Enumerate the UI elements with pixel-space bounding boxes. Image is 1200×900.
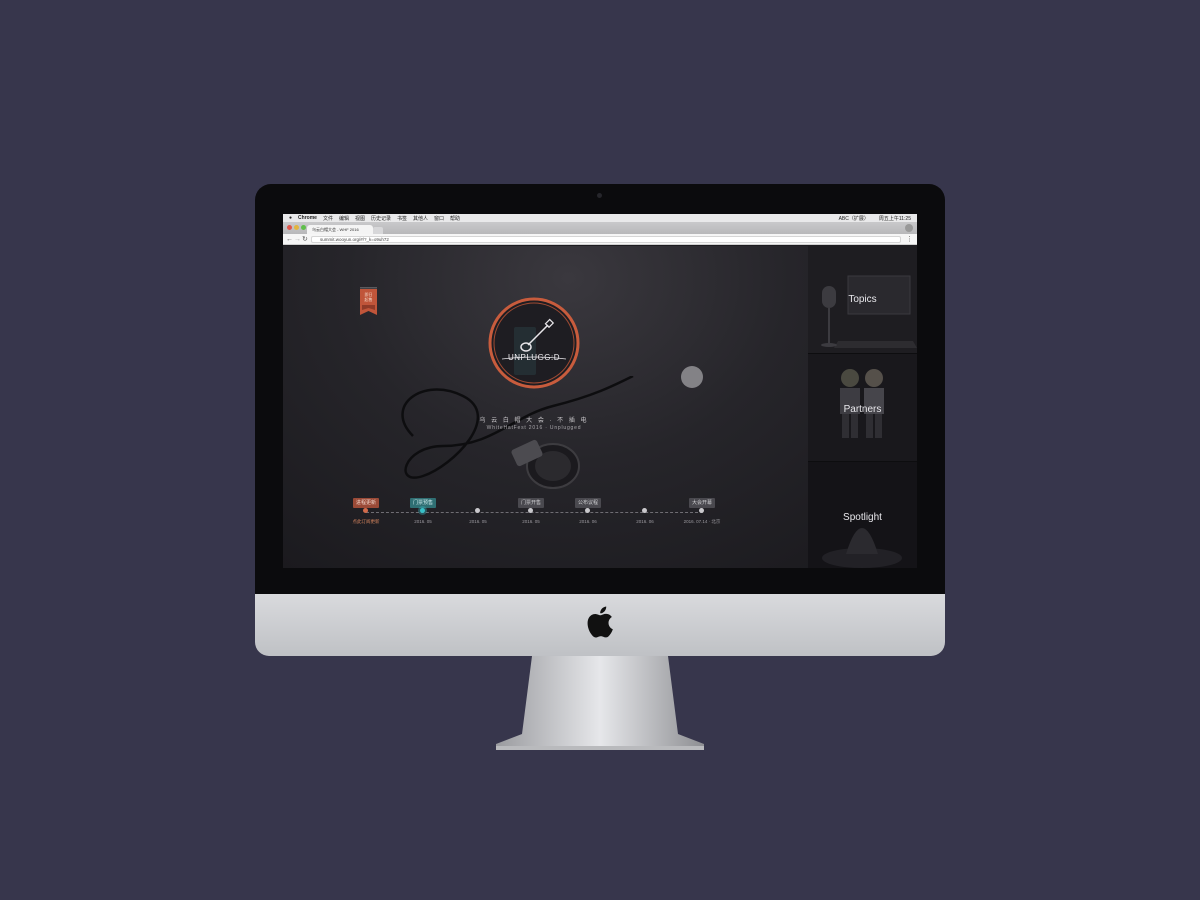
timeline-date: 2016. 05	[522, 519, 540, 524]
menubar-app-name[interactable]: Chrome	[298, 215, 317, 221]
timeline-date: 2016. 06	[636, 519, 654, 524]
timeline-tag[interactable]: 门票预售	[409, 497, 436, 508]
side-panel-topics[interactable]: Topics	[808, 246, 917, 354]
forward-arrow-icon[interactable]: →	[294, 235, 301, 244]
timeline-line	[366, 512, 703, 513]
timeline-tag[interactable]: 进程更新	[352, 497, 379, 508]
timeline-tag[interactable]: 大会开幕	[688, 497, 715, 508]
sale-banner-text: 即日 起售	[364, 292, 373, 302]
menubar-item-people[interactable]: 其他人	[413, 215, 428, 222]
web-page: 即日 起售 UNPLUGG:D 乌 云 白 帽 大 会 · 不 插 电 Whit…	[283, 246, 917, 568]
timeline-dot[interactable]	[363, 508, 368, 513]
input-method-indicator[interactable]: ABC（扩展）	[839, 215, 869, 222]
tab-title: 乌云白帽大会 - WHF 2016	[312, 226, 359, 232]
browser-menu-icon[interactable]: ⋮	[906, 235, 913, 244]
imac-stand	[496, 656, 704, 750]
timeline-item[interactable]: 进程更新 点此订阅更新	[336, 491, 396, 524]
timeline-dot[interactable]	[699, 508, 704, 513]
microphone-illustration	[401, 376, 634, 489]
logo-text: UNPLUGG:D	[507, 353, 561, 362]
cursor-indicator	[681, 366, 703, 388]
side-panel-partners[interactable]: Partners	[808, 354, 917, 462]
timeline-item[interactable]: 门票开售 2016. 05	[501, 491, 561, 524]
reload-icon[interactable]: ↻	[302, 235, 308, 244]
back-arrow-icon[interactable]: ←	[286, 235, 293, 244]
timeline-tag[interactable]: 门票开售	[517, 497, 544, 508]
menubar-item-window[interactable]: 窗口	[434, 215, 444, 222]
spotlight-label: Spotlight	[843, 512, 882, 523]
menubar-item-edit[interactable]: 编辑	[339, 215, 349, 222]
timeline-date[interactable]: 点此订阅更新	[336, 519, 396, 525]
side-panel-spotlight[interactable]: Spotlight	[808, 462, 917, 568]
menubar-item-history[interactable]: 历史记录	[371, 215, 391, 222]
timeline-dot[interactable]	[420, 508, 425, 513]
camera-dot	[597, 193, 602, 198]
close-window-button[interactable]	[287, 225, 292, 230]
timeline-dot[interactable]	[585, 508, 590, 513]
menubar-status: ABC（扩展） 周五上午11:25	[833, 215, 911, 222]
menubar-item-file[interactable]: 文件	[323, 215, 333, 222]
unplugged-logo	[488, 297, 580, 389]
apple-logo-icon	[587, 606, 613, 638]
timeline-date: 2016. 05	[414, 519, 432, 524]
side-navigation: Topics Partners Spotlight	[808, 246, 917, 568]
menubar-item-view[interactable]: 视图	[355, 215, 365, 222]
url-input[interactable]: summit.wooyun.org/#/?_k=o9uh72	[311, 236, 901, 243]
timeline-date: 2016. 07.14 · 北京	[683, 519, 721, 524]
menubar-clock[interactable]: 周五上午11:25	[879, 215, 911, 222]
minimize-window-button[interactable]	[294, 225, 299, 230]
profile-icon[interactable]	[905, 224, 913, 232]
topics-label: Topics	[848, 294, 877, 305]
partners-label: Partners	[843, 404, 882, 415]
timeline-date: 2016. 06	[579, 519, 597, 524]
timeline-dot[interactable]	[475, 508, 480, 513]
timeline-item[interactable]: 公布议程 2016. 06	[558, 491, 618, 524]
timeline-dot[interactable]	[528, 508, 533, 513]
hero-title: 乌 云 白 帽 大 会 · 不 插 电	[479, 418, 589, 424]
new-tab-button[interactable]	[373, 227, 383, 234]
browser-tab-active[interactable]: 乌云白帽大会 - WHF 2016	[307, 225, 373, 234]
zoom-window-button[interactable]	[301, 225, 306, 230]
menubar-item-bookmarks[interactable]: 书签	[397, 215, 407, 222]
hero-subtitle: WhiteHatFest 2016 · Unplugged	[486, 425, 582, 431]
menubar-item-help[interactable]: 帮助	[450, 215, 460, 222]
timeline-date: 2016. 05	[469, 519, 487, 524]
browser-address-bar: ← → ↻ summit.wooyun.org/#/?_k=o9uh72 ⋮	[283, 234, 917, 245]
timeline-tag[interactable]: 公布议程	[574, 497, 601, 508]
apple-menu-icon[interactable]: ●	[289, 215, 292, 221]
screen: ● Chrome 文件 编辑 视图 历史记录 书签 其他人 窗口 帮助 ABC（…	[283, 214, 917, 568]
timeline-dot[interactable]	[642, 508, 647, 513]
browser-tabbar: 乌云白帽大会 - WHF 2016	[283, 222, 917, 234]
timeline-item[interactable]: 门票预售 2016. 05	[393, 491, 453, 524]
mac-menubar: ● Chrome 文件 编辑 视图 历史记录 书签 其他人 窗口 帮助 ABC（…	[283, 214, 917, 222]
timeline-item[interactable]: 大会开幕 2016. 07.14 · 北京	[672, 491, 732, 524]
